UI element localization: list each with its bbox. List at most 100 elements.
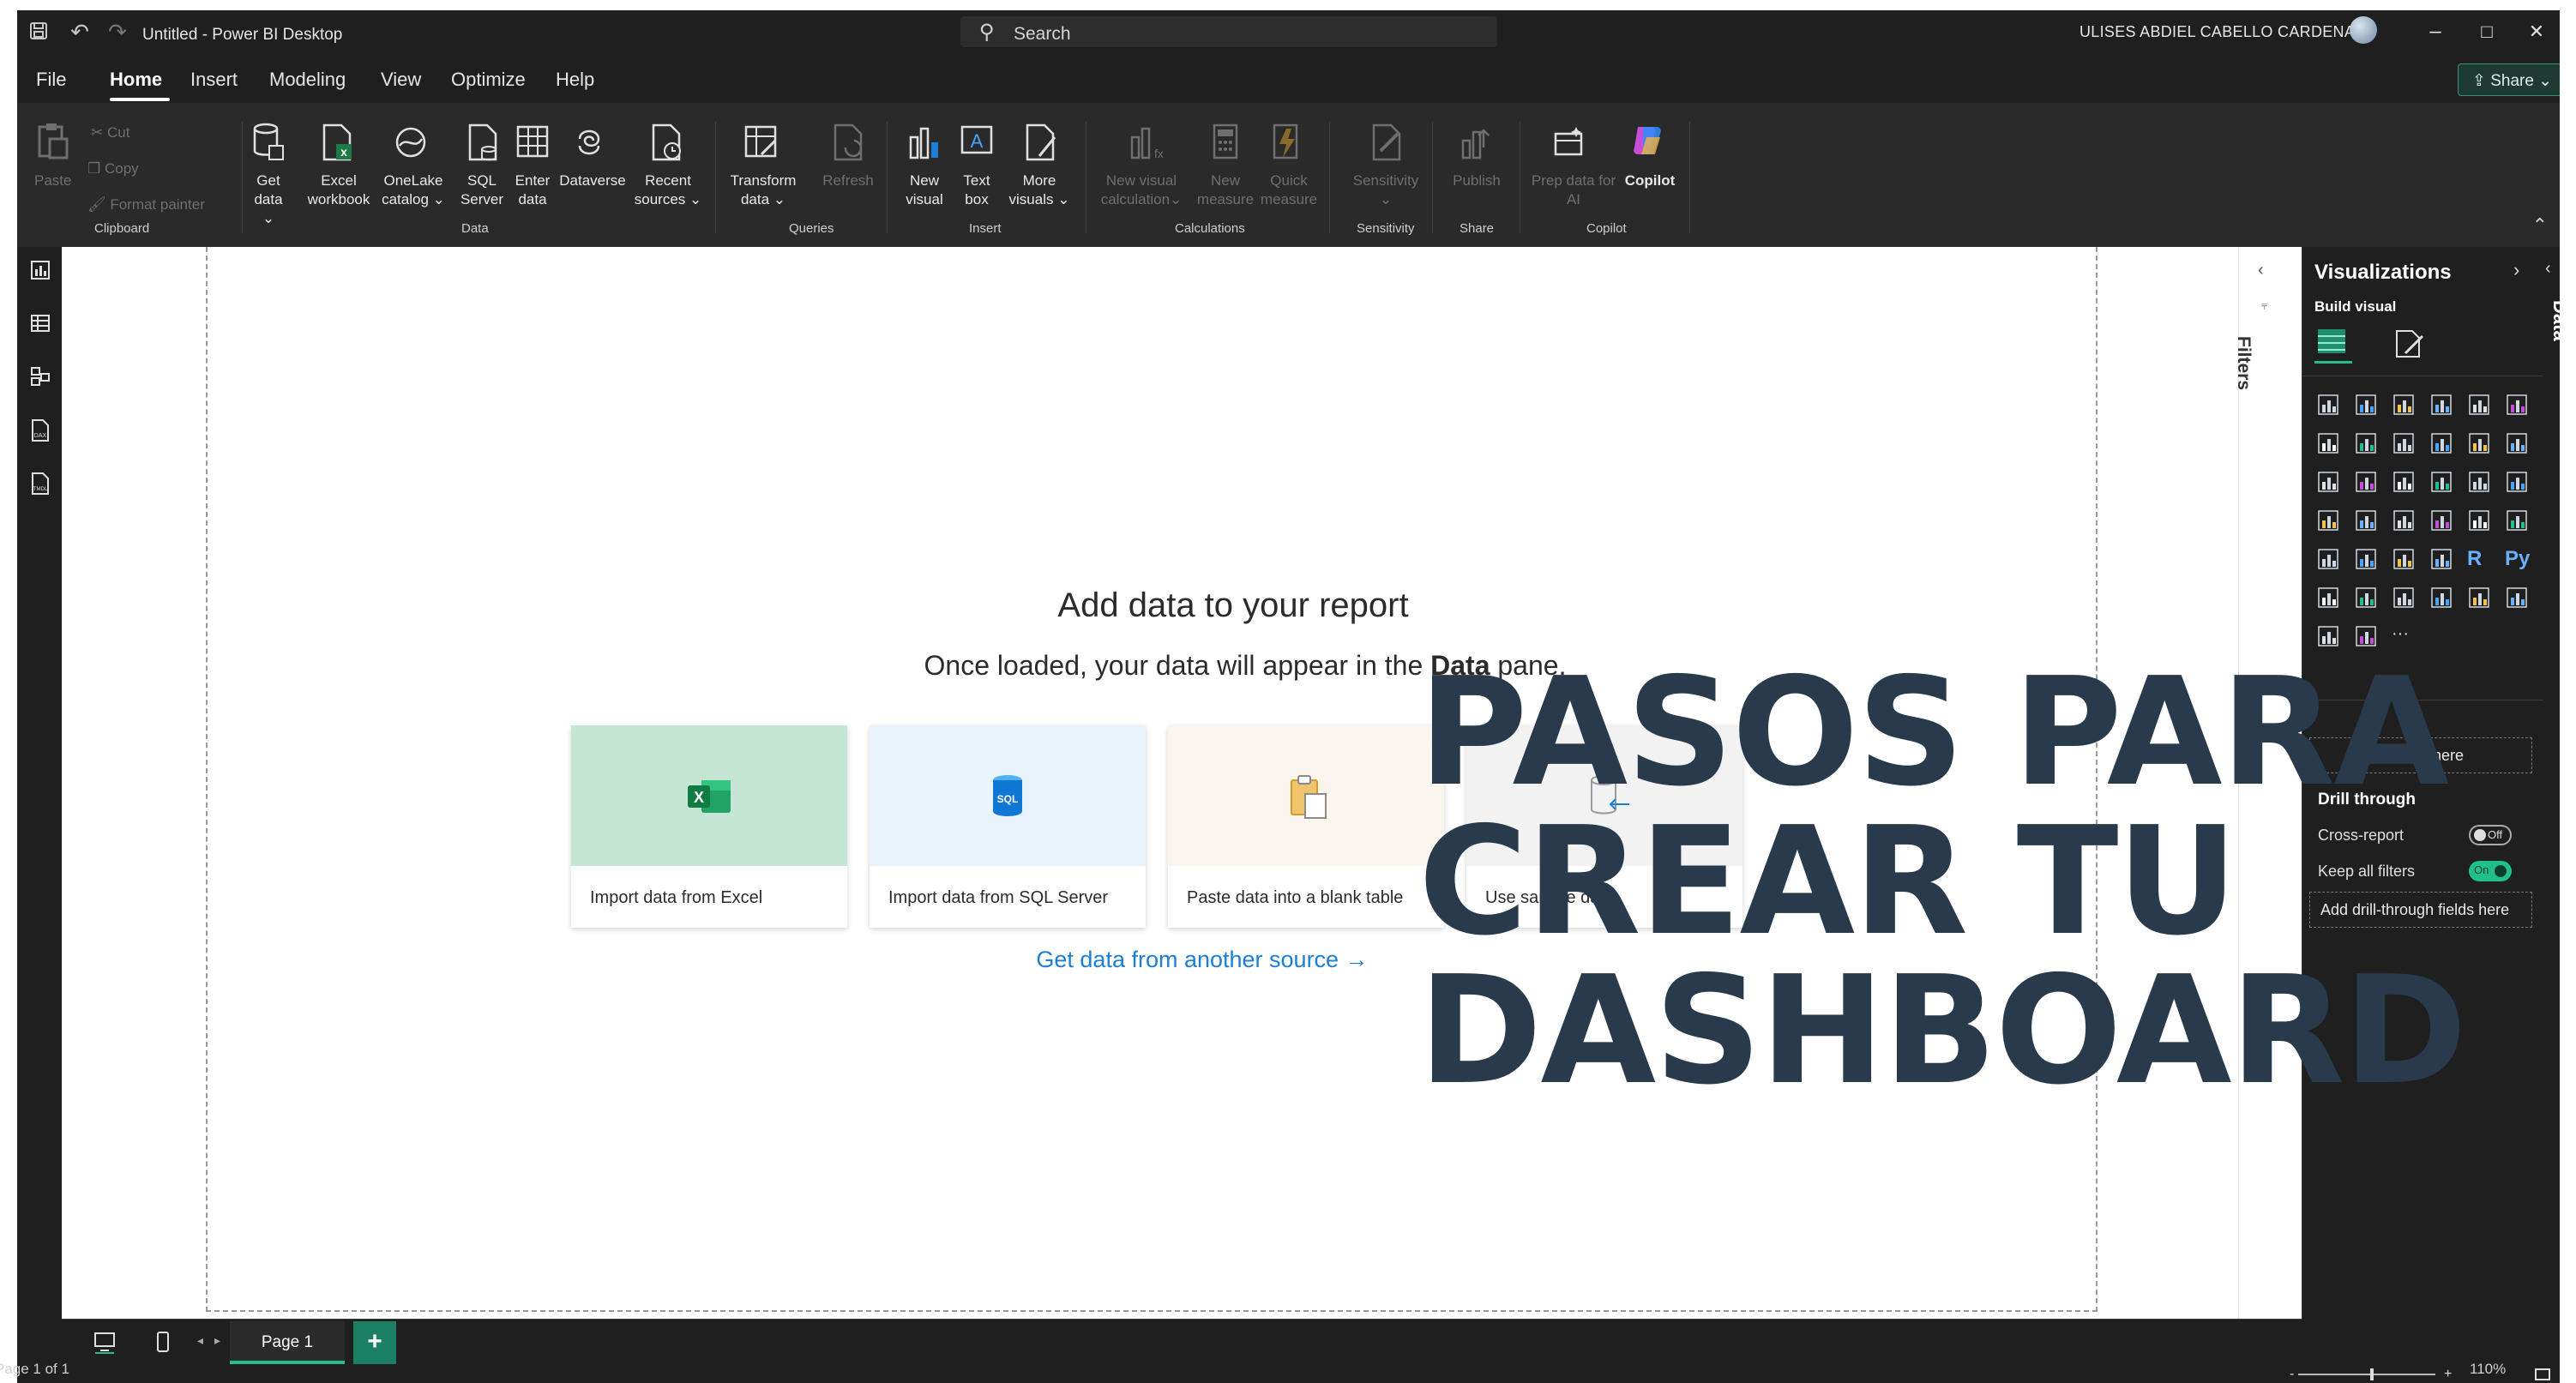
- sql-server-button[interactable]: SQL Server: [458, 171, 506, 209]
- model-view-icon[interactable]: [29, 365, 51, 389]
- quick-measure-button[interactable]: Quick measure: [1257, 171, 1321, 209]
- r-visual-icon[interactable]: R: [2467, 547, 2493, 573]
- table-view-icon[interactable]: [29, 312, 51, 336]
- fit-to-page-icon[interactable]: [2535, 1368, 2550, 1380]
- paginated-report-icon[interactable]: [2467, 586, 2493, 611]
- share-button[interactable]: ⇪ Share ⌄: [2458, 63, 2560, 96]
- dax-query-view-icon[interactable]: DAX: [29, 418, 51, 442]
- menu-home[interactable]: Home: [110, 69, 162, 91]
- mobile-layout-icon[interactable]: [154, 1330, 172, 1358]
- chevron-right-icon[interactable]: ›: [2513, 259, 2519, 281]
- kpi-icon[interactable]: [2316, 547, 2342, 573]
- python-visual-icon[interactable]: Py: [2505, 547, 2531, 573]
- search-input[interactable]: ⚲ Search: [960, 16, 1497, 47]
- donut-chart-icon[interactable]: [2467, 470, 2493, 496]
- get-data-other-source-link[interactable]: Get data from another source →: [945, 947, 1460, 973]
- desktop-layout-icon[interactable]: [93, 1330, 117, 1358]
- stacked-area-chart-icon[interactable]: [2392, 431, 2417, 457]
- ribbon-chart-icon[interactable]: [2429, 431, 2455, 457]
- page-tab-1[interactable]: Page 1: [230, 1321, 345, 1364]
- waterfall-chart-icon[interactable]: [2316, 470, 2342, 496]
- menu-help[interactable]: Help: [556, 69, 594, 91]
- recent-sources-button[interactable]: Recent sources ⌄: [631, 171, 705, 209]
- key-influencers-icon[interactable]: [2316, 586, 2342, 611]
- publish-button[interactable]: Publish: [1442, 171, 1511, 190]
- stacked-bar-chart-icon[interactable]: [2316, 393, 2342, 418]
- copy-button[interactable]: ❐ Copy: [87, 159, 139, 178]
- line-stacked-column-chart-icon[interactable]: [2505, 431, 2531, 457]
- save-icon[interactable]: [27, 21, 50, 43]
- tmdl-view-icon[interactable]: TMDL: [29, 472, 51, 496]
- treemap-icon[interactable]: [2505, 470, 2531, 496]
- qa-icon[interactable]: [2392, 586, 2417, 611]
- dataverse-button[interactable]: Dataverse: [556, 171, 629, 190]
- text-box-button[interactable]: Text box: [954, 171, 1000, 209]
- copilot-button[interactable]: Copilot: [1621, 171, 1679, 190]
- menu-view[interactable]: View: [381, 69, 421, 91]
- paste-button[interactable]: Paste: [34, 171, 71, 190]
- build-visual-tab[interactable]: [2314, 326, 2352, 364]
- chevron-up-icon[interactable]: ⌃: [2532, 214, 2548, 237]
- gauge-icon[interactable]: [2429, 508, 2455, 534]
- azure-map-icon[interactable]: [2392, 508, 2417, 534]
- user-name[interactable]: ULISES ABDIEL CABELLO CARDENAS: [2079, 23, 2365, 41]
- menu-insert[interactable]: Insert: [190, 69, 238, 91]
- zoom-out-icon[interactable]: -: [2290, 1367, 2294, 1382]
- line-column-chart-icon[interactable]: [2467, 431, 2493, 457]
- add-page-button[interactable]: +: [353, 1321, 396, 1364]
- filled-map-icon[interactable]: [2354, 508, 2380, 534]
- chevron-left-icon[interactable]: ‹: [2258, 261, 2264, 280]
- map-icon[interactable]: [2316, 508, 2342, 534]
- cut-button[interactable]: ✂ Cut: [91, 123, 129, 142]
- menu-file[interactable]: File: [36, 69, 66, 91]
- clustered-column-chart-icon[interactable]: [2429, 393, 2455, 418]
- scatter-chart-icon[interactable]: [2392, 470, 2417, 496]
- trophy-icon[interactable]: [2505, 586, 2531, 611]
- sensitivity-button[interactable]: Sensitivity ⌄: [1345, 171, 1427, 209]
- area-chart-icon[interactable]: [2354, 431, 2380, 457]
- pie-chart-icon[interactable]: [2429, 470, 2455, 496]
- line-chart-icon[interactable]: [2316, 431, 2342, 457]
- menu-modeling[interactable]: Modeling: [269, 69, 346, 91]
- refresh-button[interactable]: Refresh: [818, 171, 878, 190]
- more-visuals-button[interactable]: More visuals ⌄: [1003, 171, 1075, 209]
- excel-workbook-button[interactable]: Excel workbook: [300, 171, 377, 209]
- data-pane-collapsed[interactable]: ‹: [2543, 247, 2560, 1319]
- zoom-in-icon[interactable]: +: [2444, 1367, 2452, 1382]
- card-icon[interactable]: [2467, 508, 2493, 534]
- decomposition-tree-icon[interactable]: [2354, 586, 2380, 611]
- 100-stacked-column-chart-icon[interactable]: [2505, 393, 2531, 418]
- 100-stacked-bar-chart-icon[interactable]: [2467, 393, 2493, 418]
- report-view-icon[interactable]: [29, 259, 51, 283]
- get-data-button[interactable]: Get data ⌄: [247, 171, 290, 228]
- import-sql-card[interactable]: SQL Import data from SQL Server: [870, 725, 1146, 928]
- close-button[interactable]: ✕: [2519, 17, 2554, 46]
- table-icon[interactable]: [2392, 547, 2417, 573]
- minimize-button[interactable]: –: [2418, 17, 2453, 46]
- chevron-left-icon[interactable]: ‹: [2545, 259, 2551, 279]
- data-pane-label[interactable]: Data: [2549, 300, 2560, 341]
- import-excel-card[interactable]: X Import data from Excel: [571, 725, 847, 928]
- matrix-icon[interactable]: [2429, 547, 2455, 573]
- multi-row-card-icon[interactable]: [2505, 508, 2531, 534]
- stacked-column-chart-icon[interactable]: [2354, 393, 2380, 418]
- prev-page-icon[interactable]: ◂: [197, 1333, 203, 1348]
- undo-icon[interactable]: ↶: [69, 21, 91, 43]
- paste-data-card[interactable]: Paste data into a blank table: [1168, 725, 1444, 928]
- transform-data-button[interactable]: Transform data ⌄: [727, 171, 799, 209]
- redo-icon[interactable]: ↷: [106, 21, 129, 43]
- avatar[interactable]: [2350, 16, 2377, 44]
- new-visual-calculation-button[interactable]: New visual calculation⌄: [1094, 171, 1189, 209]
- next-page-icon[interactable]: ▸: [214, 1333, 220, 1348]
- onelake-catalog-button[interactable]: OneLake catalog ⌄: [376, 171, 451, 209]
- slicer-icon[interactable]: [2354, 547, 2380, 573]
- menu-optimize[interactable]: Optimize: [451, 69, 526, 91]
- prep-data-for-ai-button[interactable]: Prep data for AI: [1526, 171, 1621, 209]
- new-measure-button[interactable]: New measure: [1194, 171, 1257, 209]
- narrative-icon[interactable]: [2429, 586, 2455, 611]
- enter-data-button[interactable]: Enter data: [509, 171, 556, 209]
- zoom-slider-thumb[interactable]: [2370, 1368, 2374, 1380]
- new-visual-button[interactable]: New visual: [900, 171, 948, 209]
- zoom-slider[interactable]: [2298, 1374, 2435, 1375]
- format-painter-button[interactable]: 🖌 Format painter: [87, 195, 205, 214]
